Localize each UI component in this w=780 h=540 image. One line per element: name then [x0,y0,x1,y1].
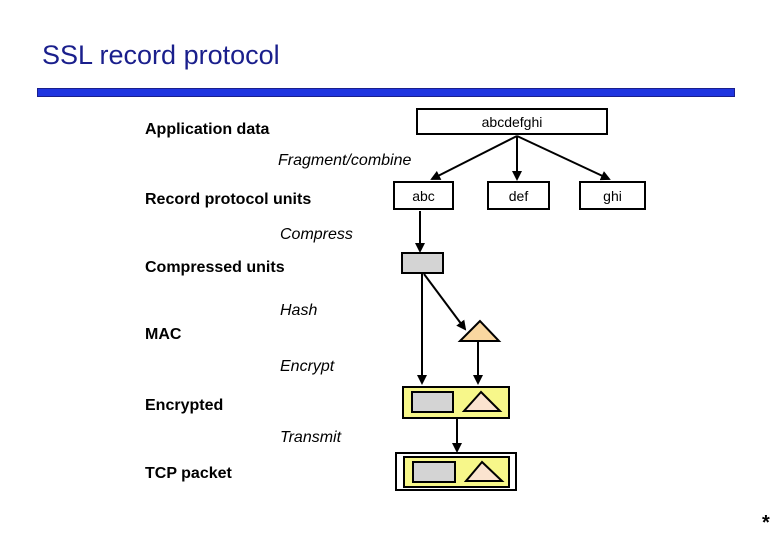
arrow-to-abc [430,135,518,180]
arrow-hash [423,273,467,331]
mac-triangle [457,319,502,342]
compressed-unit [401,252,444,274]
encrypted-data [411,391,454,413]
flow-diagram [395,135,611,491]
footer-asterisk: * [762,512,770,534]
tcp-packet-data [412,461,456,483]
arrow-to-ghi [516,135,611,181]
